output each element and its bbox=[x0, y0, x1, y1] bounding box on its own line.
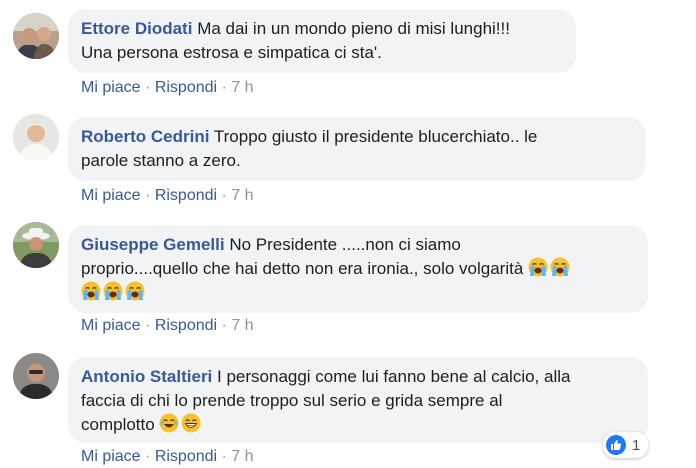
reply-link[interactable]: Rispondi bbox=[155, 317, 217, 334]
separator: · bbox=[145, 448, 151, 465]
comment-actions: Mi piace · Rispondi · 7 h bbox=[81, 317, 254, 335]
comment-text: I personaggi come lui fanno bene al calc… bbox=[217, 367, 571, 386]
loudly-crying-face-icon bbox=[528, 257, 548, 277]
thumbs-up-icon bbox=[606, 435, 626, 455]
timestamp[interactable]: 7 h bbox=[231, 448, 253, 465]
comment-actions: Mi piace · Rispondi · 7 h bbox=[81, 187, 254, 205]
comment-actions: Mi piace · Rispondi · 7 h bbox=[81, 79, 254, 97]
reply-link[interactable]: Rispondi bbox=[155, 448, 217, 465]
comment-text: faccia di chi lo prende troppo sul serio… bbox=[81, 391, 503, 410]
comment-author[interactable]: Giuseppe Gemelli bbox=[81, 235, 225, 254]
like-link[interactable]: Mi piace bbox=[81, 187, 141, 204]
grinning-face-icon bbox=[181, 413, 201, 433]
comment-text: Ma dai in un mondo pieno di misi lunghi!… bbox=[197, 19, 510, 38]
comment-bubble: Antonio Staltieri I personaggi come lui … bbox=[68, 357, 648, 443]
like-link[interactable]: Mi piace bbox=[81, 317, 141, 334]
comment-text: parole stanno a zero. bbox=[81, 151, 241, 170]
comment-text: Una persona estrosa e simpatica ci sta'. bbox=[81, 43, 382, 62]
loudly-crying-face-icon bbox=[103, 281, 123, 301]
comment-text: Troppo giusto il presidente blucerchiato… bbox=[213, 127, 538, 146]
comment-author[interactable]: Ettore Diodati bbox=[81, 19, 192, 38]
reply-link[interactable]: Rispondi bbox=[155, 79, 217, 96]
comment-actions: Mi piace · Rispondi · 7 h bbox=[81, 448, 254, 466]
separator: · bbox=[221, 79, 227, 96]
avatar[interactable] bbox=[13, 13, 59, 59]
avatar[interactable] bbox=[13, 114, 59, 160]
reply-link[interactable]: Rispondi bbox=[155, 187, 217, 204]
comment-bubble: Roberto Cedrini Troppo giusto il preside… bbox=[68, 117, 646, 181]
avatar[interactable] bbox=[13, 353, 59, 399]
timestamp[interactable]: 7 h bbox=[231, 79, 253, 96]
loudly-crying-face-icon bbox=[550, 257, 570, 277]
separator: · bbox=[221, 317, 227, 334]
separator: · bbox=[221, 448, 227, 465]
avatar[interactable] bbox=[13, 222, 59, 268]
comment-text: complotto bbox=[81, 415, 155, 434]
comment-bubble: Ettore Diodati Ma dai in un mondo pieno … bbox=[68, 9, 576, 73]
separator: · bbox=[221, 187, 227, 204]
loudly-crying-face-icon bbox=[81, 281, 101, 301]
reaction-summary[interactable]: 1 bbox=[603, 432, 649, 458]
comment-author[interactable]: Roberto Cedrini bbox=[81, 127, 209, 146]
separator: · bbox=[145, 187, 151, 204]
comment-bubble: Giuseppe Gemelli No Presidente .....non … bbox=[68, 225, 648, 313]
timestamp[interactable]: 7 h bbox=[231, 317, 253, 334]
separator: · bbox=[145, 79, 151, 96]
like-link[interactable]: Mi piace bbox=[81, 79, 141, 96]
like-link[interactable]: Mi piace bbox=[81, 448, 141, 465]
separator: · bbox=[145, 317, 151, 334]
loudly-crying-face-icon bbox=[125, 281, 145, 301]
comment-text: proprio....quello che hai detto non era … bbox=[81, 259, 524, 278]
comment-author[interactable]: Antonio Staltieri bbox=[81, 367, 212, 386]
face-with-tears-of-joy-icon bbox=[159, 413, 179, 433]
comment-text: No Presidente .....non ci siamo bbox=[229, 235, 461, 254]
reaction-count: 1 bbox=[632, 436, 641, 454]
timestamp[interactable]: 7 h bbox=[231, 187, 253, 204]
